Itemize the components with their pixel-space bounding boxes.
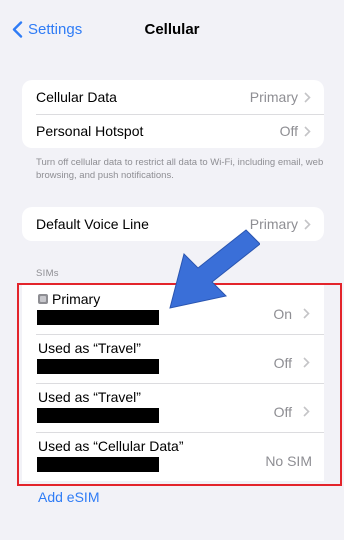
cellular-data-footer-note: Turn off cellular data to restrict all d…	[36, 157, 324, 181]
sim-row-cellular-data[interactable]: Used as “Cellular Data” No SIM	[22, 432, 324, 481]
row-label: Cellular Data	[36, 89, 117, 105]
sim-row-travel-1[interactable]: Used as “Travel” Off	[22, 334, 324, 383]
row-divider	[36, 432, 324, 433]
sim-status: Off	[273, 404, 292, 420]
chevron-right-icon	[303, 406, 310, 417]
row-divider	[36, 383, 324, 384]
sims-group: Primary On Used as “Travel” Off Used as …	[22, 285, 324, 481]
redacted-phone-number	[37, 359, 159, 374]
page-title: Cellular	[144, 21, 200, 38]
redacted-phone-number	[37, 408, 159, 423]
cellular-settings-group: Cellular Data Primary Personal Hotspot O…	[22, 80, 324, 148]
chevron-right-icon	[303, 357, 310, 368]
row-divider	[36, 334, 324, 335]
sims-section-header: SIMs	[36, 268, 59, 279]
sim-status: No SIM	[265, 453, 312, 469]
chevron-right-icon	[303, 308, 310, 319]
row-label: Personal Hotspot	[36, 123, 144, 139]
sim-status: On	[273, 306, 292, 322]
redacted-phone-number	[37, 457, 159, 472]
personal-hotspot-row[interactable]: Personal Hotspot Off	[22, 114, 324, 148]
row-value: Primary	[249, 89, 298, 105]
redacted-phone-number	[37, 310, 159, 325]
sim-row-label: Primary	[38, 291, 100, 307]
chevron-right-icon	[304, 218, 311, 230]
sim-name: Used as “Travel”	[38, 340, 141, 356]
blue-arrow-annotation	[169, 229, 260, 309]
chevron-right-icon	[304, 125, 311, 137]
arrow-shape	[169, 229, 260, 309]
add-esim-button[interactable]: Add eSIM	[38, 489, 99, 505]
cellular-data-row[interactable]: Cellular Data Primary	[22, 80, 324, 114]
sim-card-icon	[38, 294, 48, 304]
sim-name: Used as “Travel”	[38, 389, 141, 405]
sim-name: Primary	[52, 291, 101, 307]
sim-row-travel-2[interactable]: Used as “Travel” Off	[22, 383, 324, 432]
chevron-right-icon	[304, 91, 311, 103]
sim-status: Off	[273, 355, 292, 371]
navigation-bar: Settings Cellular	[0, 0, 344, 58]
sim-name: Used as “Cellular Data”	[38, 438, 184, 454]
row-value: Off	[279, 123, 298, 139]
